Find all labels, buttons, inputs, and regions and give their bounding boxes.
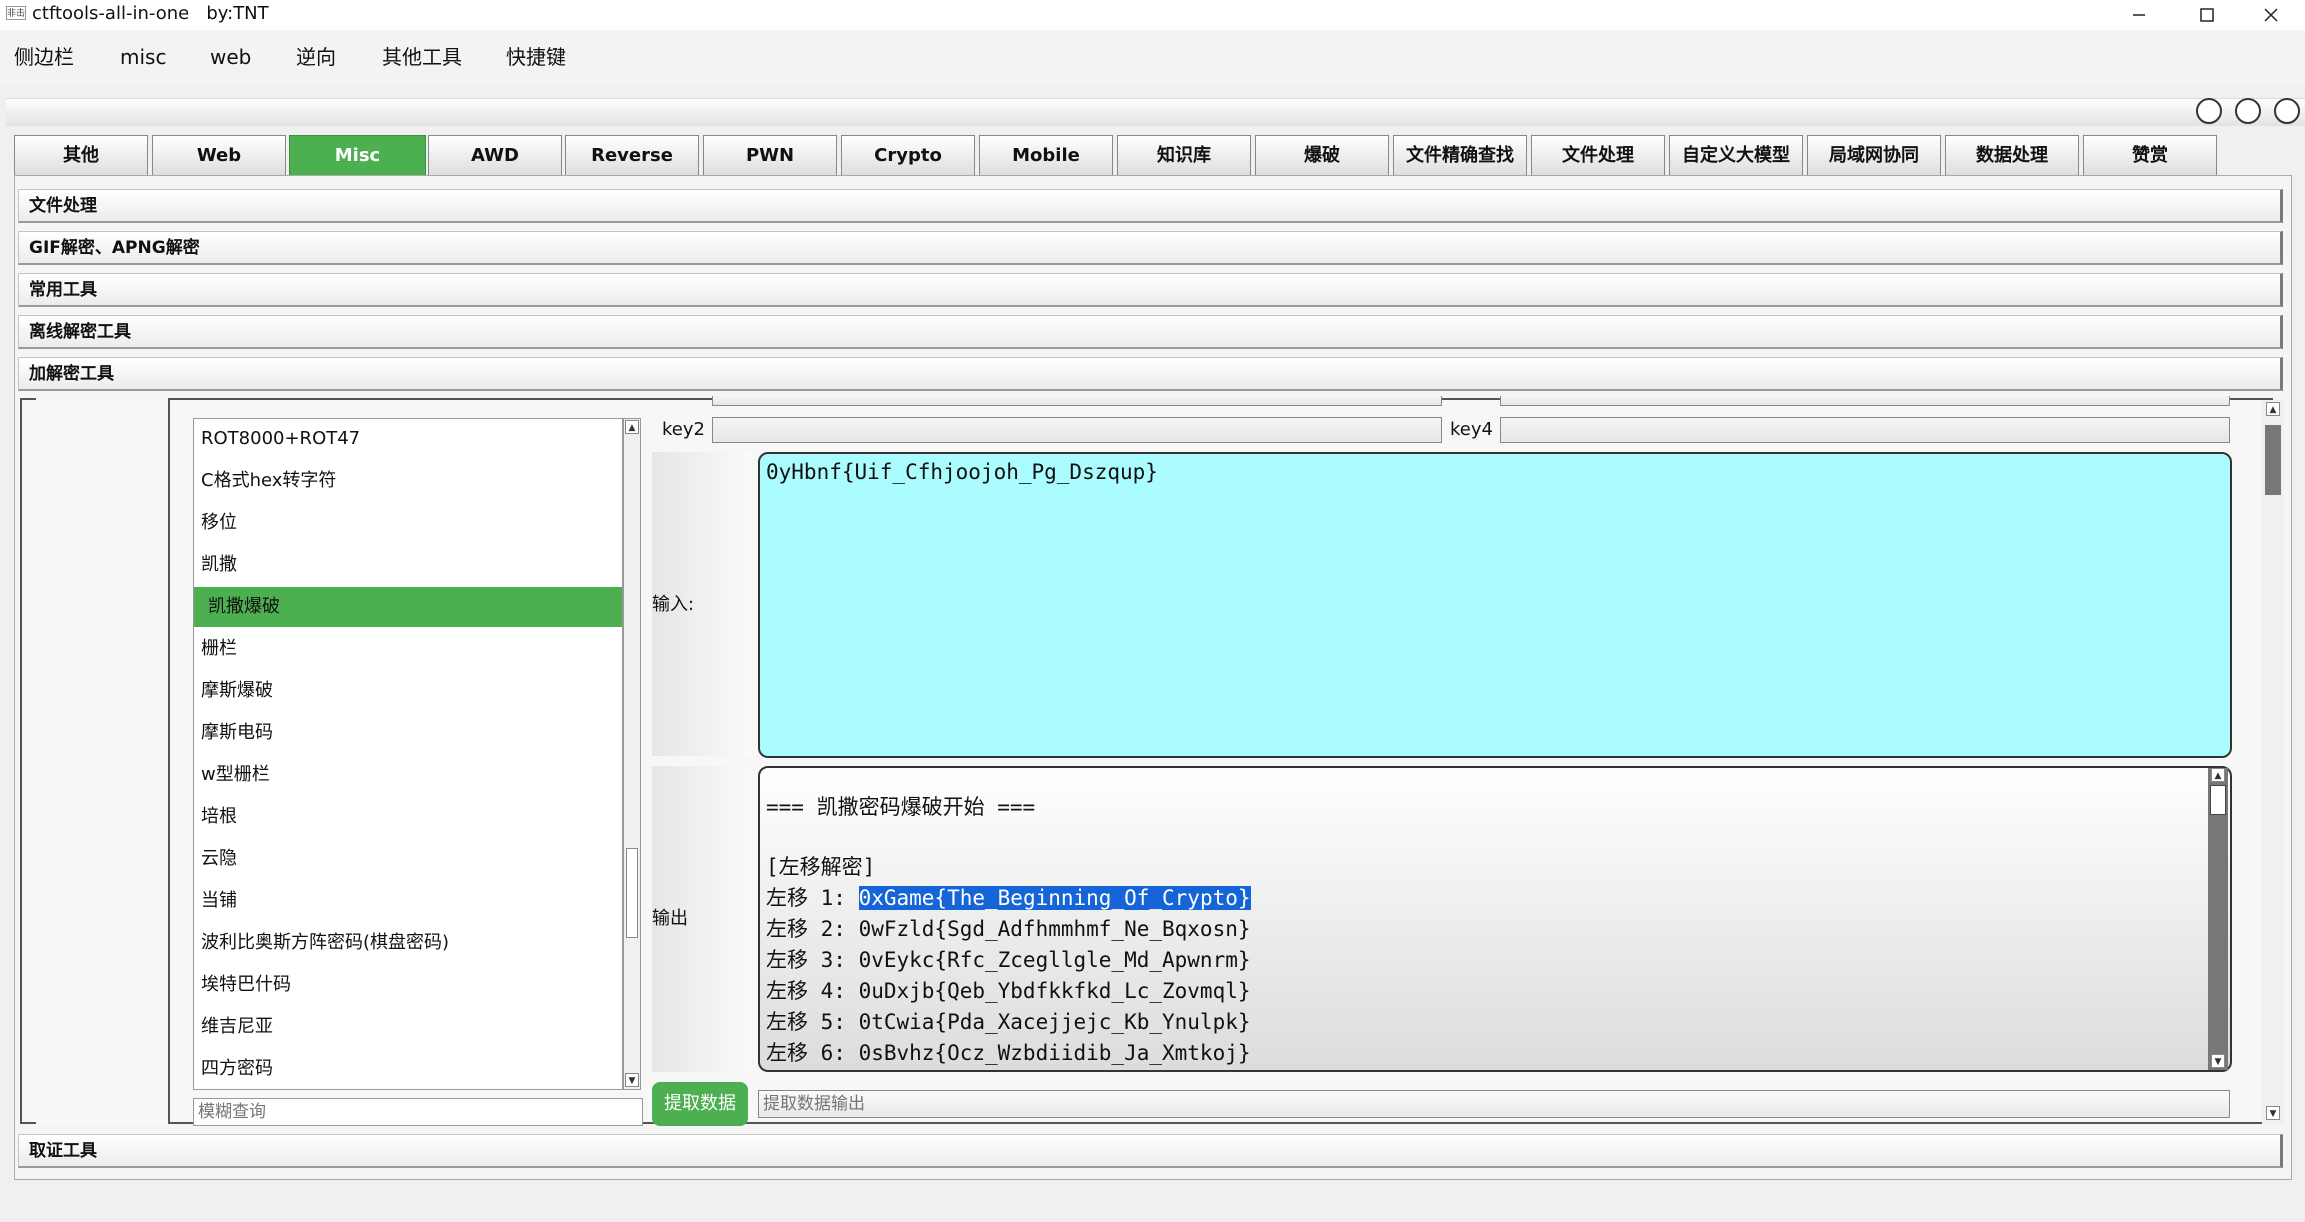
output-scroll-down-icon[interactable]: ▼ [2211, 1054, 2225, 1068]
window-title: ctftools-all-in-one by:TNT [32, 3, 269, 24]
cipher-list[interactable]: ROT8000+ROT47 C格式hex转字符 移位 凯撒 凯撒爆破 栅栏 摩斯… [193, 418, 623, 1090]
input-label: 输入: [652, 594, 695, 615]
output-line: === 凯撒密码爆破开始 === [766, 795, 1036, 819]
list-item[interactable]: w型栅栏 [194, 755, 622, 795]
list-item[interactable]: 摩斯爆破 [194, 671, 622, 711]
section-forensics[interactable]: 取证工具 [18, 1134, 2283, 1168]
key4-field[interactable] [1500, 417, 2230, 443]
list-item-selected[interactable]: 凯撒爆破 [194, 587, 622, 627]
tab-file-search[interactable]: 文件精确查找 [1393, 135, 1527, 175]
output-line-highlighted: 左移 1: 0xGame{The_Beginning_Of_Crypto} [766, 883, 1251, 914]
search-input[interactable] [193, 1098, 643, 1126]
panel-scroll-down-icon[interactable]: ▼ [2266, 1106, 2280, 1120]
tab-data-process[interactable]: 数据处理 [1945, 135, 2079, 175]
key3-field[interactable] [1500, 396, 2230, 406]
close-icon[interactable] [2237, 0, 2305, 30]
list-item[interactable]: 埃特巴什码 [194, 965, 622, 1005]
list-item[interactable]: 移位 [194, 503, 622, 543]
tab-other[interactable]: 其他 [14, 135, 148, 175]
list-item[interactable]: 培根 [194, 797, 622, 837]
output-label: 输出 [652, 908, 688, 929]
list-item[interactable]: C格式hex转字符 [194, 461, 622, 501]
panel-scrollbar[interactable] [2262, 400, 2284, 1124]
tab-crypto[interactable]: Crypto [841, 135, 975, 175]
list-item[interactable]: 栅栏 [194, 629, 622, 669]
tab-web[interactable]: Web [152, 135, 286, 175]
menu-bar: 侧边栏 misc web 逆向 其他工具 快捷键 [0, 30, 2305, 86]
tab-custom-llm[interactable]: 自定义大模型 [1669, 135, 1803, 175]
output-textarea[interactable]: === 凯撒密码爆破开始 === [左移解密] 左移 1: 0xGame{The… [758, 766, 2232, 1072]
toolbar-strip [6, 98, 2305, 126]
panel-scroll-thumb[interactable] [2265, 425, 2281, 495]
menu-shortcuts[interactable]: 快捷键 [506, 42, 566, 72]
list-item[interactable]: ROT8000+ROT47 [194, 419, 622, 459]
title-bar: 非击 ctftools-all-in-one by:TNT [0, 0, 2305, 30]
list-item[interactable]: 维吉尼亚 [194, 1007, 622, 1047]
tab-donate[interactable]: 赞赏 [2083, 135, 2217, 175]
tab-lan[interactable]: 局域网协同 [1807, 135, 1941, 175]
list-item[interactable]: 波利比奥斯方阵密码(棋盘密码) [194, 923, 622, 963]
menu-other-tools[interactable]: 其他工具 [382, 42, 462, 72]
tab-pwn[interactable]: PWN [703, 135, 837, 175]
output-line: 左移 4: 0uDxjb{Qeb_Ybdfkkfkd_Lc_Zovmql} [766, 979, 1251, 1003]
output-scroll-up-icon[interactable]: ▲ [2211, 768, 2225, 782]
circle-button-2[interactable] [2235, 98, 2261, 124]
list-scrollbar[interactable] [623, 418, 641, 1090]
scroll-down-icon[interactable]: ▼ [625, 1073, 639, 1087]
selected-text[interactable]: 0xGame{The_Beginning_Of_Crypto} [858, 886, 1251, 910]
tab-mobile[interactable]: Mobile [979, 135, 1113, 175]
output-line: 左移 6: 0sBvhz{Ocz_Wzbdiidib_Ja_Xmtkoj} [766, 1041, 1251, 1065]
key2-label: key2 [662, 419, 705, 440]
output-line: 左移 3: 0vEykc{Rfc_Zcegllgle_Md_Apwnrm} [766, 948, 1251, 972]
menu-misc[interactable]: misc [120, 42, 166, 72]
app-icon: 非击 [6, 6, 26, 20]
section-offline-decrypt[interactable]: 离线解密工具 [18, 315, 2283, 349]
menu-web[interactable]: web [210, 42, 251, 72]
key2-field[interactable] [712, 417, 1442, 443]
maximize-icon[interactable] [2173, 0, 2241, 30]
tab-knowledge[interactable]: 知识库 [1117, 135, 1251, 175]
list-item[interactable]: 云隐 [194, 839, 622, 879]
scroll-up-icon[interactable]: ▲ [625, 420, 639, 434]
tab-brute[interactable]: 爆破 [1255, 135, 1389, 175]
section-common-tools[interactable]: 常用工具 [18, 273, 2283, 307]
key1-field[interactable] [712, 396, 1442, 406]
circle-button-3[interactable] [2274, 98, 2300, 124]
extract-data-button[interactable]: 提取数据 [652, 1082, 748, 1126]
list-item[interactable]: 凯撒 [194, 545, 622, 585]
output-line: 左移 5: 0tCwia{Pda_Xacejjejc_Kb_Ynulpk} [766, 1010, 1251, 1034]
tab-misc[interactable]: Misc [289, 135, 426, 175]
list-item[interactable]: 四方密码 [194, 1049, 622, 1089]
tab-file-process[interactable]: 文件处理 [1531, 135, 1665, 175]
input-textarea[interactable]: 0yHbnf{Uif_Cfhjoojoh_Pg_Dszqup} [758, 452, 2232, 758]
tab-awd[interactable]: AWD [428, 135, 562, 175]
output-line-prefix: 左移 1: [766, 886, 859, 910]
list-item[interactable]: 摩斯电码 [194, 713, 622, 753]
minimize-icon[interactable] [2105, 0, 2173, 30]
section-gif-apng[interactable]: GIF解密、APNG解密 [18, 231, 2283, 265]
tab-reverse[interactable]: Reverse [565, 135, 699, 175]
section-crypto-tools[interactable]: 加解密工具 [18, 357, 2283, 391]
output-scroll-thumb[interactable] [2210, 785, 2226, 815]
output-line: 左移 2: 0wFzld{Sgd_Adfhmmhmf_Ne_Bqxosn} [766, 917, 1251, 941]
section-file-process[interactable]: 文件处理 [18, 189, 2283, 223]
key4-label: key4 [1450, 419, 1493, 440]
extract-output-field[interactable] [758, 1090, 2230, 1118]
circle-button-1[interactable] [2196, 98, 2222, 124]
menu-sidebar[interactable]: 侧边栏 [14, 42, 74, 72]
menu-reverse[interactable]: 逆向 [296, 42, 336, 72]
list-scroll-thumb[interactable] [626, 848, 638, 938]
panel-gutter [36, 398, 170, 1124]
list-item[interactable]: 当铺 [194, 881, 622, 921]
output-line: [左移解密] [766, 855, 876, 879]
panel-scroll-up-icon[interactable]: ▲ [2266, 402, 2280, 416]
